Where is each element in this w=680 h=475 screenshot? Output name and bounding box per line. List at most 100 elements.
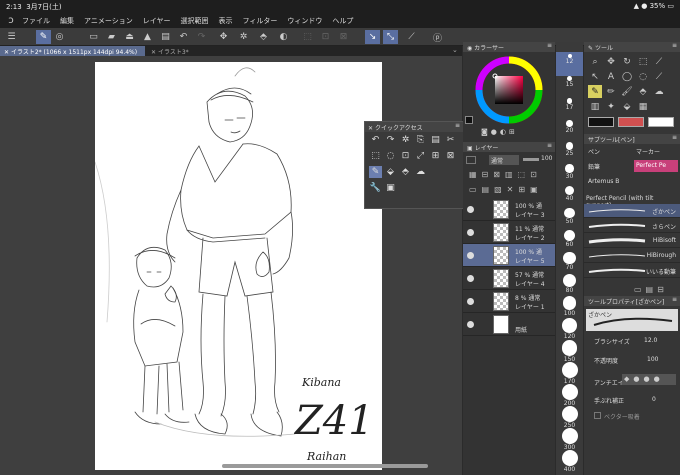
brush-size-option[interactable]: 150 [556,338,583,363]
menu-help[interactable]: ヘルプ [332,16,353,26]
drawing-paper[interactable]: Kibana Z41 Raihan [94,62,382,470]
main-color[interactable] [588,117,614,127]
subtool-tab-artemus[interactable]: Artemus B [588,178,619,185]
select-icon[interactable]: ⬚ [369,150,382,162]
brush-size-option[interactable]: 400 [556,448,583,473]
brush-size-option[interactable]: 25 [556,140,583,164]
pen-icon[interactable]: ✎ [369,166,382,178]
main-color-swatch[interactable] [465,116,473,124]
settings-icon[interactable]: ✲ [236,30,251,44]
text-icon[interactable]: A [604,70,618,83]
brush-item[interactable]: ざかペン [584,204,680,218]
brush-item[interactable]: HiBirough [584,249,680,263]
line-icon[interactable]: ⟋ [652,70,666,83]
select-icon[interactable]: ⬚ [636,55,650,68]
cut-icon[interactable]: ✂ [444,134,457,146]
close-icon[interactable]: ✕ [151,49,158,56]
app-logo-icon[interactable]: ↄ [0,13,22,28]
blend-icon[interactable]: ☁ [414,166,427,178]
layer-row[interactable]: 57 % 通常 レイヤー 4 [463,267,555,290]
gradient-icon[interactable]: ▦ [636,100,650,113]
layer-row[interactable]: 8 % 通常 レイヤー 1 [463,290,555,313]
menu-icon[interactable]: ≡ [672,134,677,141]
layer-color-icon[interactable] [466,156,476,164]
brush-size-option[interactable]: 80 [556,272,583,296]
brush-size-option[interactable]: 40 [556,184,583,208]
help-icon[interactable]: ⓟ [430,30,445,44]
pencil-icon[interactable]: ✏ [604,85,618,98]
layer-tool-icons[interactable]: ▦⊟⊠▥⬚⊡ [469,170,542,179]
close-icon[interactable]: ✕ [368,125,375,132]
menu-icon[interactable]: ≡ [547,42,552,49]
eye-icon[interactable] [467,298,474,305]
opacity-slider[interactable] [523,158,539,161]
duplicate-icon[interactable]: ▤ [158,30,173,44]
eye-icon[interactable] [467,229,474,236]
brush-size-option[interactable]: 170 [556,360,583,385]
layer-row[interactable]: 100 % 通レイヤー 3 [463,198,555,221]
menu-icon[interactable]: ≡ [672,42,677,49]
clear-icon[interactable]: ⊠ [336,30,351,44]
transform-icon[interactable]: ✥ [216,30,231,44]
transform-icon[interactable]: ⤢ [414,150,427,162]
brush-size-option[interactable]: 120 [556,316,583,340]
menu-icon[interactable]: ≡ [547,142,552,149]
subtool-tab-marker[interactable]: マーカー [636,147,660,156]
brush-item[interactable]: HiBisoft [584,234,680,248]
menu-edit[interactable]: 編集 [60,16,74,26]
new-file-icon[interactable]: ▭ [86,30,101,44]
redo-icon[interactable]: ↷ [384,134,397,146]
anti-alias-selector[interactable]: ◆●●● [622,374,676,385]
wrench-icon[interactable]: 🔧 [369,182,382,194]
scale-icon[interactable]: ⊞ [429,150,442,162]
gallery-icon[interactable]: ◎ [52,30,67,44]
brush-size-option[interactable]: 30 [556,162,583,186]
subtool-tab-perfect-pencil[interactable]: Perfect Pe [634,160,678,172]
menu-file[interactable]: ファイル [22,16,50,26]
deselect-icon[interactable]: ⬚ [300,30,315,44]
edit-icon[interactable]: ✎ [36,30,51,44]
rotate-icon[interactable]: ↻ [620,55,634,68]
layer-icon[interactable]: ▣ [384,182,397,194]
brush-size-option[interactable]: 15 [556,74,583,98]
brush-item[interactable]: いいる動筆 [584,264,680,278]
eyedropper-icon[interactable]: ⟋ [652,55,666,68]
pen-icon[interactable]: ✎ [588,85,602,98]
lasso-icon[interactable]: ◌ [384,150,397,162]
eye-icon[interactable] [467,275,474,282]
chevron-down-icon[interactable]: ⌄ [452,46,458,54]
move-icon[interactable]: ✥ [604,55,618,68]
balloon-icon[interactable]: ◯ [620,70,634,83]
brush-icon[interactable]: 🖌 [620,85,634,98]
color-wheel[interactable] [475,56,543,124]
menu-layer[interactable]: レイヤー [143,16,171,26]
brush-size-option[interactable]: 70 [556,250,583,274]
brush-size-option[interactable]: 50 [556,206,583,230]
eye-icon[interactable] [467,321,474,328]
menu-view[interactable]: 表示 [219,16,233,26]
open-file-icon[interactable]: ▰ [104,30,119,44]
undo-icon[interactable]: ↶ [369,134,382,146]
fill-icon[interactable]: ⬘ [399,166,412,178]
layer-row[interactable]: 用紙 [463,313,555,336]
save-icon[interactable]: ⏏ [122,30,137,44]
sub-color[interactable] [618,117,644,127]
snap-icon[interactable]: ⟋ [404,30,419,44]
airbrush-icon[interactable]: ▥ [588,100,602,113]
menu-icon[interactable]: ≡ [455,122,460,129]
fill-icon[interactable]: ⬘ [636,85,650,98]
redo-icon[interactable]: ↷ [194,30,209,44]
canvas-scrollbar[interactable] [222,464,428,468]
close-icon[interactable]: ✕ [4,49,11,56]
brush-size-option[interactable]: 60 [556,228,583,252]
eraser-icon[interactable]: ⬙ [620,100,634,113]
subtool-action-icons[interactable]: ▭▤⊟ [634,285,668,294]
menu-window[interactable]: ウィンドウ [287,16,322,26]
menu-animation[interactable]: アニメーション [84,16,133,26]
brush-item[interactable]: さらペン [584,219,680,233]
menu-selection[interactable]: 選択範囲 [181,16,209,26]
brush-size-option[interactable]: 20 [556,118,583,142]
blend-icon[interactable]: ☁ [652,85,666,98]
undo-icon[interactable]: ↶ [176,30,191,44]
fill-icon[interactable]: ⬘ [256,30,271,44]
